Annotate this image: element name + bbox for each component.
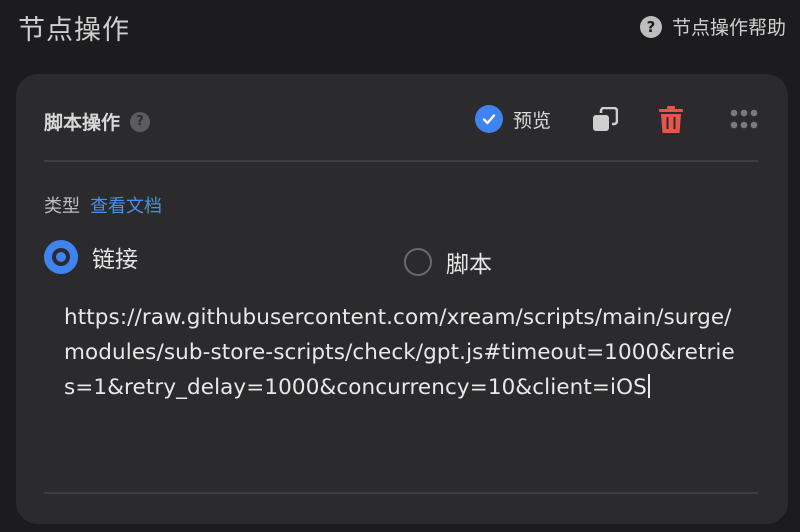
radio-selected-icon <box>44 240 78 274</box>
drag-handle-icon[interactable] <box>730 109 758 133</box>
script-url-text: https://raw.githubusercontent.com/xream/… <box>64 305 735 400</box>
script-operation-card: 脚本操作 ? 预览 类型 查看文档 链接 脚本 https://raw.gith… <box>16 74 788 524</box>
check-icon <box>475 105 503 133</box>
type-row: 类型 查看文档 <box>44 192 162 218</box>
copy-icon[interactable] <box>592 106 619 137</box>
type-label: 类型 <box>44 196 80 217</box>
header-divider <box>44 160 758 162</box>
question-circle-icon: ? <box>639 15 662 38</box>
input-underline <box>44 492 758 494</box>
radio-unselected-icon <box>404 248 432 276</box>
preview-checkbox[interactable]: 预览 <box>475 105 551 133</box>
trash-icon[interactable] <box>659 106 683 138</box>
card-header: 脚本操作 ? <box>44 108 151 135</box>
docs-link[interactable]: 查看文档 <box>90 192 162 218</box>
page-title: 节点操作 <box>18 15 130 46</box>
text-caret <box>647 374 650 398</box>
help-link[interactable]: ? 节点操作帮助 <box>639 13 786 40</box>
preview-label: 预览 <box>513 109 552 132</box>
radio-link-label: 链接 <box>92 247 138 273</box>
script-url-input[interactable]: https://raw.githubusercontent.com/xream/… <box>64 300 744 405</box>
radio-script-label: 脚本 <box>446 252 492 278</box>
question-circle-icon[interactable]: ? <box>130 111 151 132</box>
help-label: 节点操作帮助 <box>671 17 786 39</box>
card-title: 脚本操作 <box>44 112 121 134</box>
radio-script[interactable]: 脚本 <box>404 245 492 279</box>
radio-link[interactable]: 链接 <box>44 240 138 274</box>
